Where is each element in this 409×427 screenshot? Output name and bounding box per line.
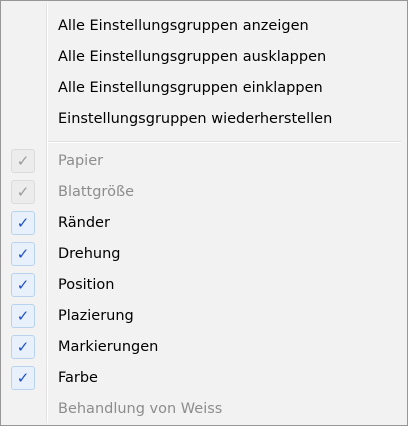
checkmark-icon: ✓: [11, 366, 35, 390]
checkmark-icon: ✓: [11, 211, 35, 235]
menu-item-label: Position: [58, 277, 115, 293]
menu-item-show-all-groups[interactable]: Alle Einstellungsgruppen anzeigen: [3, 11, 405, 42]
menu-item-group-blattgroesse: ✓ Blattgröße: [3, 177, 405, 208]
menu-item-label: Farbe: [58, 370, 98, 386]
menu-item-collapse-all-groups[interactable]: Alle Einstellungsgruppen einklappen: [3, 73, 405, 104]
checkmark-icon: ✓: [11, 273, 35, 297]
menu-item-group-farbe[interactable]: ✓ Farbe: [3, 363, 405, 394]
menu-item-label: Behandlung von Weiss: [58, 401, 223, 417]
menu-item-group-plazierung[interactable]: ✓ Plazierung: [3, 301, 405, 332]
menu-item-label: Einstellungsgruppen wiederherstellen: [58, 111, 333, 127]
menu-separator-highlight: [48, 142, 401, 143]
menu-item-group-behandlung-von-weiss: Behandlung von Weiss: [3, 394, 405, 425]
menu-item-label: Blattgröße: [58, 184, 135, 200]
menu-item-expand-all-groups[interactable]: Alle Einstellungsgruppen ausklappen: [3, 42, 405, 73]
menu-item-label: Drehung: [58, 246, 121, 262]
checkmark-icon: ✓: [11, 242, 35, 266]
menu-item-restore-groups[interactable]: Einstellungsgruppen wiederherstellen: [3, 104, 405, 135]
menu-item-group-papier: ✓ Papier: [3, 146, 405, 177]
checkmark-icon: ✓: [11, 180, 35, 204]
menu-item-group-markierungen[interactable]: ✓ Markierungen: [3, 332, 405, 363]
checkmark-icon: ✓: [11, 335, 35, 359]
menu-item-label: Plazierung: [58, 308, 134, 324]
menu-item-group-position[interactable]: ✓ Position: [3, 270, 405, 301]
menu-item-group-drehung[interactable]: ✓ Drehung: [3, 239, 405, 270]
menu-item-group-raender[interactable]: ✓ Ränder: [3, 208, 405, 239]
menu-item-label: Markierungen: [58, 339, 159, 355]
menu-item-label: Ränder: [58, 215, 110, 231]
menu-item-label: Alle Einstellungsgruppen einklappen: [58, 80, 323, 96]
context-menu: Alle Einstellungsgruppen anzeigen Alle E…: [0, 0, 408, 426]
menu-item-label: Alle Einstellungsgruppen anzeigen: [58, 18, 309, 34]
menu-item-label: Alle Einstellungsgruppen ausklappen: [58, 49, 327, 65]
checkmark-icon: ✓: [11, 304, 35, 328]
menu-item-label: Papier: [58, 153, 104, 169]
checkmark-icon: ✓: [11, 149, 35, 173]
